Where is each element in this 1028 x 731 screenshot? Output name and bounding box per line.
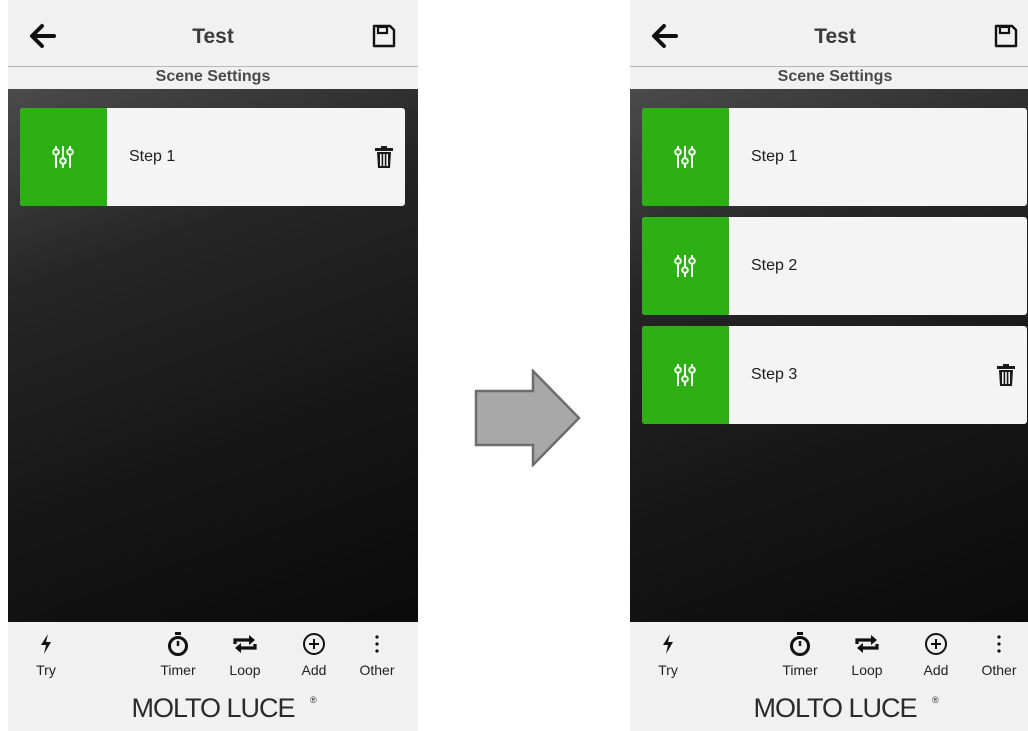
try-button[interactable]: Try: [26, 622, 66, 682]
add-button[interactable]: Add: [294, 622, 334, 682]
step-item-3[interactable]: Step 3: [642, 326, 1027, 424]
step-item-2[interactable]: Step 2: [642, 217, 1027, 315]
bottom-toolbar: Try Timer Loop Add Other: [8, 622, 418, 682]
step-label: Step 3: [751, 366, 798, 383]
phone-screen-after: Test Scene Settings Step 1 Step 2 Step 3…: [630, 0, 1028, 731]
try-label: Try: [658, 662, 678, 678]
loop-button[interactable]: Loop: [844, 622, 890, 682]
bottom-toolbar: Try Timer Loop Add Other: [630, 622, 1028, 682]
other-label: Other: [359, 662, 395, 678]
step-item-1[interactable]: Step 1: [20, 108, 405, 206]
other-button[interactable]: Other: [354, 622, 400, 682]
more-vertical-icon: [997, 635, 1001, 653]
save-icon[interactable]: [994, 24, 1018, 48]
header-bar: Test: [630, 0, 1028, 67]
right-arrow-icon: [474, 369, 581, 467]
bolt-icon: [41, 634, 51, 654]
phone-screen-before: Test Scene Settings Step 1 Try Timer Loo…: [8, 0, 418, 731]
add-label: Add: [923, 662, 949, 678]
molto-luce-logo: MOLTO LUCE ®: [753, 693, 939, 723]
stopwatch-icon: [168, 632, 188, 656]
timer-label: Timer: [782, 662, 818, 678]
page-title: Test: [192, 25, 234, 48]
add-button[interactable]: Add: [916, 622, 956, 682]
more-vertical-icon: [375, 635, 379, 653]
step-label: Step 2: [751, 257, 798, 274]
trash-icon[interactable]: [375, 146, 393, 168]
step-label: Step 1: [751, 148, 798, 165]
try-label: Try: [36, 662, 56, 678]
section-subheader: Scene Settings: [155, 68, 271, 85]
sliders-icon: [52, 144, 74, 170]
page-title: Test: [814, 25, 856, 48]
plus-circle-icon: [303, 633, 325, 655]
molto-luce-logo: MOLTO LUCE ®: [131, 693, 317, 723]
timer-button[interactable]: Timer: [775, 622, 825, 682]
repeat-icon: [233, 635, 257, 653]
trash-icon[interactable]: [997, 364, 1015, 386]
svg-text:®: ®: [932, 695, 939, 705]
add-label: Add: [301, 662, 327, 678]
loop-label: Loop: [229, 662, 261, 678]
step-label: Step 1: [129, 148, 176, 165]
section-subheader: Scene Settings: [777, 68, 893, 85]
step-settings-button[interactable]: [642, 217, 729, 315]
svg-text:MOLTO LUCE: MOLTO LUCE: [753, 693, 916, 723]
svg-text:MOLTO LUCE: MOLTO LUCE: [131, 693, 294, 723]
other-button[interactable]: Other: [976, 622, 1022, 682]
sliders-icon: [674, 362, 696, 388]
loop-button[interactable]: Loop: [222, 622, 268, 682]
try-button[interactable]: Try: [648, 622, 688, 682]
step-settings-button[interactable]: [20, 108, 107, 206]
header-bar: Test: [8, 0, 418, 67]
steps-area: Step 1 Step 2 Step 3: [630, 89, 1028, 622]
steps-area: Step 1: [8, 89, 418, 622]
step-settings-button[interactable]: [642, 108, 729, 206]
step-item-1[interactable]: Step 1: [642, 108, 1027, 206]
plus-circle-icon: [925, 633, 947, 655]
step-list: Step 1 Step 2 Step 3: [642, 108, 1027, 435]
repeat-icon: [855, 635, 879, 653]
sliders-icon: [674, 253, 696, 279]
timer-label: Timer: [160, 662, 196, 678]
bolt-icon: [663, 634, 673, 654]
step-settings-button[interactable]: [642, 326, 729, 424]
svg-text:®: ®: [310, 695, 317, 705]
step-list: Step 1: [20, 108, 405, 217]
timer-button[interactable]: Timer: [153, 622, 203, 682]
save-icon[interactable]: [372, 24, 396, 48]
loop-label: Loop: [851, 662, 883, 678]
stopwatch-icon: [790, 632, 810, 656]
other-label: Other: [981, 662, 1017, 678]
sliders-icon: [674, 144, 696, 170]
